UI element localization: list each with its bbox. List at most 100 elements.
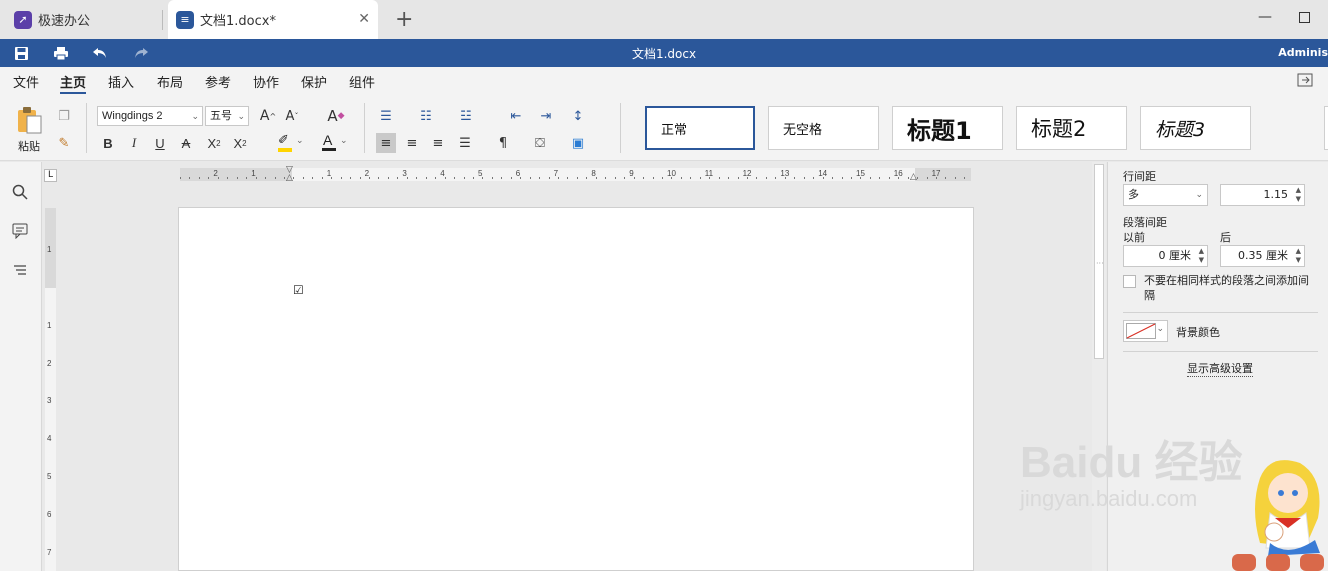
style-more[interactable] — [1324, 106, 1328, 150]
style-heading-2-label: 标题2 — [1031, 117, 1087, 141]
tab-stop-selector[interactable]: L — [44, 169, 57, 182]
line-spacing-icon[interactable]: ↕ — [568, 106, 588, 126]
style-heading-3[interactable]: 标题3 — [1140, 106, 1251, 150]
no-color-swatch-icon — [1126, 323, 1156, 339]
style-heading-1[interactable]: 标题1 — [892, 106, 1003, 150]
ruler-tick — [869, 177, 871, 179]
ruler-tick — [850, 177, 852, 179]
checkbox-symbol[interactable]: ☑ — [293, 283, 304, 297]
format-painter-icon[interactable]: ✎ — [54, 133, 74, 153]
ruler-tick — [236, 177, 238, 179]
mascot-illustration — [1230, 448, 1328, 571]
spacing-after-input[interactable]: 0.35 厘米 ▲ ▼ — [1220, 245, 1305, 267]
ruler-tick — [813, 177, 815, 179]
decrease-indent-icon[interactable]: ⇤ — [506, 106, 526, 126]
font-color-swatch — [322, 148, 336, 151]
ruler-tick — [718, 177, 720, 179]
ruler-tick — [784, 177, 786, 179]
maximize-icon[interactable] — [1299, 12, 1310, 23]
minimize-icon[interactable]: — — [1258, 9, 1272, 25]
ruler-tick — [472, 177, 474, 179]
menu-collaborate[interactable]: 协作 — [253, 72, 279, 91]
panel-resize-handle[interactable]: ··· — [1096, 260, 1104, 268]
font-size-select[interactable]: 五号 ⌄ — [205, 106, 249, 126]
decrease-font-icon[interactable]: Aˇ — [282, 106, 302, 126]
spacing-before-value: 0 厘米 — [1158, 249, 1192, 262]
spinner-icon[interactable]: ▲ ▼ — [1296, 247, 1301, 265]
spacing-before-input[interactable]: 0 厘米 ▲ ▼ — [1123, 245, 1208, 267]
ruler-number: 1 — [47, 320, 52, 330]
spinner-icon[interactable]: ▲ ▼ — [1199, 247, 1204, 265]
menu-layout[interactable]: 布局 — [157, 72, 183, 91]
shading-icon[interactable]: ⛋ — [530, 133, 550, 153]
style-normal[interactable]: 正常 — [645, 106, 755, 150]
menu-insert[interactable]: 插入 — [108, 72, 134, 91]
copy-icon[interactable]: ❐ — [54, 106, 74, 126]
tab-home[interactable]: ➚ 极速办公 — [0, 0, 162, 39]
spinner-icon[interactable]: ▲ ▼ — [1296, 186, 1301, 204]
comments-icon[interactable] — [12, 223, 28, 242]
line-spacing-value-input[interactable]: 1.15 ▲ ▼ — [1220, 184, 1305, 206]
show-advanced-settings-link[interactable]: 显示高级设置 — [1187, 360, 1253, 377]
line-spacing-value: 1.15 — [1263, 188, 1289, 201]
ruler-tick — [510, 177, 512, 179]
ruler-tick — [217, 177, 219, 179]
menu-protect[interactable]: 保护 — [301, 72, 327, 91]
menu-references[interactable]: 参考 — [205, 72, 231, 91]
align-center-icon[interactable]: ≡ — [402, 133, 422, 153]
style-heading-2[interactable]: 标题2 — [1016, 106, 1127, 150]
tab-document[interactable]: ≡ 文档1.docx* ✕ — [168, 0, 378, 39]
ruler-tick — [274, 177, 276, 179]
superscript-icon[interactable]: X2 — [204, 133, 224, 153]
font-size-value: 五号 — [210, 110, 232, 122]
menu-file[interactable]: 文件 — [13, 72, 39, 91]
italic-icon[interactable]: I — [124, 133, 144, 153]
navigation-icon[interactable] — [12, 262, 28, 281]
paragraph-spacing-label: 段落间距 — [1123, 216, 1167, 229]
ruler-number: 2 — [47, 358, 52, 368]
underline-icon[interactable]: U — [150, 133, 170, 153]
increase-indent-icon[interactable]: ⇥ — [536, 106, 556, 126]
ruler-tick — [756, 177, 758, 179]
bullet-list-icon[interactable]: ☰ — [376, 106, 396, 126]
ruler-number: 1 — [47, 245, 52, 255]
align-left-icon[interactable]: ≡ — [376, 133, 396, 153]
paragraph-marks-icon[interactable]: ¶ — [493, 133, 513, 153]
menu-home[interactable]: 主页 — [60, 72, 86, 91]
subscript-icon[interactable]: X2 — [230, 133, 250, 153]
clear-format-icon[interactable]: A ◆ — [326, 106, 346, 126]
multilevel-list-icon[interactable]: ☳ — [456, 106, 476, 126]
align-right-icon[interactable]: ≡ — [428, 133, 448, 153]
open-location-icon[interactable] — [1297, 73, 1313, 90]
right-indent-marker-icon[interactable]: △ — [910, 172, 917, 182]
background-color-picker[interactable]: ⌄ — [1123, 320, 1168, 342]
ruler-tick — [605, 177, 607, 179]
numbered-list-icon[interactable]: ☷ — [416, 106, 436, 126]
ruler-tick — [406, 177, 408, 179]
document-page[interactable]: ☑ — [178, 207, 974, 571]
tab-close-icon[interactable]: ✕ — [358, 11, 370, 27]
style-heading-3-label: 标题3 — [1155, 118, 1206, 141]
borders-icon[interactable]: ▣ — [568, 133, 588, 153]
paste-button[interactable]: 粘贴 — [14, 104, 44, 153]
menu-components[interactable]: 组件 — [349, 72, 375, 91]
no-space-checkbox[interactable] — [1123, 275, 1136, 288]
watermark-url: jingyan.baidu.com — [1020, 486, 1198, 511]
new-tab-button[interactable]: + — [395, 7, 413, 32]
search-icon[interactable] — [12, 184, 28, 204]
increase-font-icon[interactable]: A ^ — [258, 106, 278, 126]
indent-marker-icon[interactable]: ▽ △ — [286, 166, 293, 183]
ruler-tick — [614, 177, 616, 179]
line-spacing-type-select[interactable]: 多 ⌄ — [1123, 184, 1208, 206]
justify-icon[interactable]: ☰ — [455, 133, 475, 153]
ruler-tick — [189, 177, 191, 179]
user-name[interactable]: Adminis — [1278, 46, 1328, 59]
bold-icon[interactable]: B — [98, 133, 118, 153]
ruler-tick — [879, 177, 881, 179]
highlight-color-button[interactable]: ✐ ⌄ — [276, 133, 306, 153]
strikethrough-icon[interactable]: A — [176, 133, 196, 153]
font-name-select[interactable]: Wingdings 2 ⌄ — [97, 106, 203, 126]
font-color-button[interactable]: A ⌄ — [320, 132, 350, 153]
ruler-tick — [369, 177, 370, 179]
style-no-spacing[interactable]: 无空格 — [768, 106, 879, 150]
